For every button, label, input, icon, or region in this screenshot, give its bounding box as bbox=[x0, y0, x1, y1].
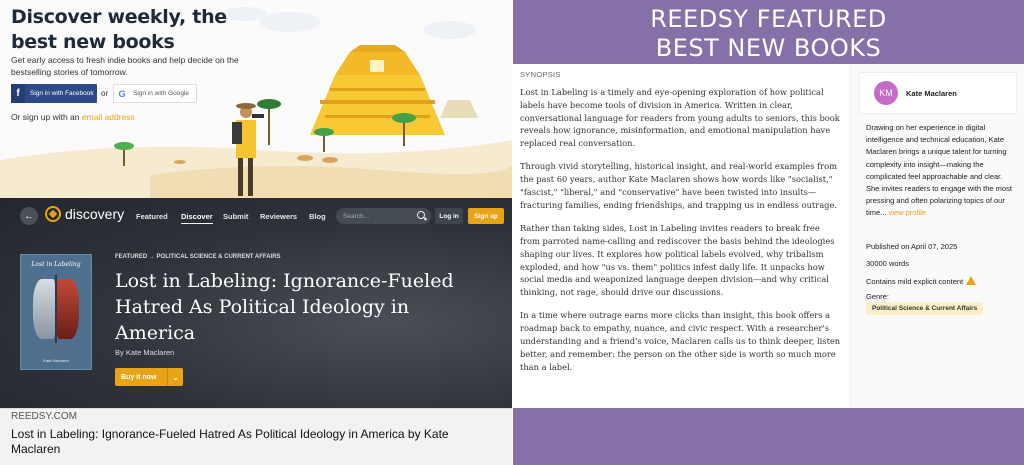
or-text: or bbox=[101, 89, 109, 98]
facebook-icon: f bbox=[11, 84, 25, 103]
genre-label: Genre: bbox=[866, 292, 889, 301]
left-panel: Discover weekly, the best new books Get e… bbox=[0, 0, 512, 465]
buy-button[interactable]: Buy it now ⌄ bbox=[115, 368, 183, 386]
search-input[interactable]: Search... bbox=[336, 208, 431, 224]
nav-reviewers[interactable]: Reviewers bbox=[260, 212, 297, 221]
cover-crack bbox=[55, 275, 57, 343]
link-preview-domain: REEDSY.COM bbox=[11, 411, 77, 422]
facebook-button-label: Sign in with Facebook bbox=[30, 90, 94, 97]
cover-author: Kate Maclaren bbox=[43, 358, 69, 363]
cover-title: Lost in Labeling bbox=[31, 261, 81, 268]
link-preview-title: Lost in Labeling: Ignorance-Fueled Hatre… bbox=[11, 427, 449, 456]
email-signup-link[interactable]: email address bbox=[82, 112, 135, 122]
synopsis-paragraph: Through vivid storytelling, historical i… bbox=[520, 161, 838, 210]
avatar: KM bbox=[874, 81, 898, 105]
byline[interactable]: By Kate Maclaren bbox=[115, 348, 174, 357]
synopsis-label: SYNOPSIS bbox=[520, 70, 561, 79]
chevron-down-icon[interactable]: ⌄ bbox=[167, 368, 183, 386]
hero-title: Discover weekly, the best new books bbox=[11, 6, 227, 53]
nav-blog[interactable]: Blog bbox=[309, 212, 326, 221]
synopsis-paragraph: In a time where outrage earns more click… bbox=[520, 310, 841, 372]
signup-button[interactable]: Sign up bbox=[468, 208, 504, 224]
author-name: Kate Maclaren bbox=[906, 88, 957, 98]
cover-face-left bbox=[33, 279, 55, 339]
author-sidebar: KM Kate Maclaren Drawing on her experien… bbox=[850, 64, 1024, 408]
search-icon bbox=[417, 211, 425, 219]
facebook-signin-button[interactable]: f Sign in with Facebook bbox=[11, 84, 97, 103]
discovery-section: ← discovery Featured Discover Submit Rev… bbox=[0, 198, 512, 408]
login-button[interactable]: Log in bbox=[435, 208, 463, 224]
google-button-label: Sign in with Google bbox=[133, 90, 190, 97]
published-date: Published on April 07, 2025 bbox=[866, 242, 958, 251]
google-signin-button[interactable]: G Sign in with Google bbox=[113, 84, 197, 103]
author-bio: Drawing on her experience in digital int… bbox=[866, 123, 1012, 218]
hero-section: Discover weekly, the best new books Get e… bbox=[0, 0, 512, 198]
synopsis-paragraph: Rather than taking sides, Lost in Labeli… bbox=[520, 223, 835, 298]
warning-icon bbox=[966, 276, 977, 285]
buy-button-label: Buy it now bbox=[121, 373, 157, 381]
discovery-logo-icon bbox=[45, 206, 61, 222]
book-title: Lost in Labeling: Ignorance-Fueled Hatre… bbox=[115, 270, 454, 344]
nav-submit[interactable]: Submit bbox=[223, 212, 248, 221]
bottom-band bbox=[513, 408, 1024, 465]
view-profile-link[interactable]: view profile bbox=[889, 208, 927, 217]
google-icon: G bbox=[118, 88, 126, 99]
cover-face-right bbox=[57, 279, 79, 339]
nav-discover[interactable]: Discover bbox=[181, 212, 213, 224]
right-panel: REEDSY FEATURED BEST NEW BOOKS SYNOPSIS … bbox=[513, 0, 1024, 465]
banner-title: REEDSY FEATURED BEST NEW BOOKS bbox=[650, 5, 887, 62]
nav-featured[interactable]: Featured bbox=[136, 212, 168, 221]
content-warning: Contains mild explicit content bbox=[866, 275, 977, 286]
hero-subtitle: Get early access to fresh indie books an… bbox=[11, 55, 239, 77]
author-card[interactable]: KM Kate Maclaren bbox=[859, 72, 1017, 114]
book-content: SYNOPSIS Lost in Labeling is a timely an… bbox=[513, 64, 1024, 408]
breadcrumb[interactable]: FEATURED → POLITICAL SCIENCE & CURRENT A… bbox=[115, 254, 281, 260]
genre-tag[interactable]: Political Science & Current Affairs bbox=[866, 302, 984, 315]
back-arrow-icon[interactable]: ← bbox=[20, 207, 38, 225]
book-cover[interactable]: Lost in Labeling Kate Maclaren bbox=[20, 254, 92, 370]
synopsis-paragraph: Lost in Labeling is a timely and eye-ope… bbox=[520, 87, 840, 149]
synopsis-text: Lost in Labeling is a timely and eye-ope… bbox=[520, 86, 842, 384]
discovery-logo[interactable]: discovery bbox=[45, 206, 124, 222]
link-preview[interactable]: REEDSY.COM Lost in Labeling: Ignorance-F… bbox=[0, 408, 512, 465]
email-signup-text: Or sign up with an email address bbox=[11, 112, 135, 122]
word-count: 30000 words bbox=[866, 259, 909, 268]
